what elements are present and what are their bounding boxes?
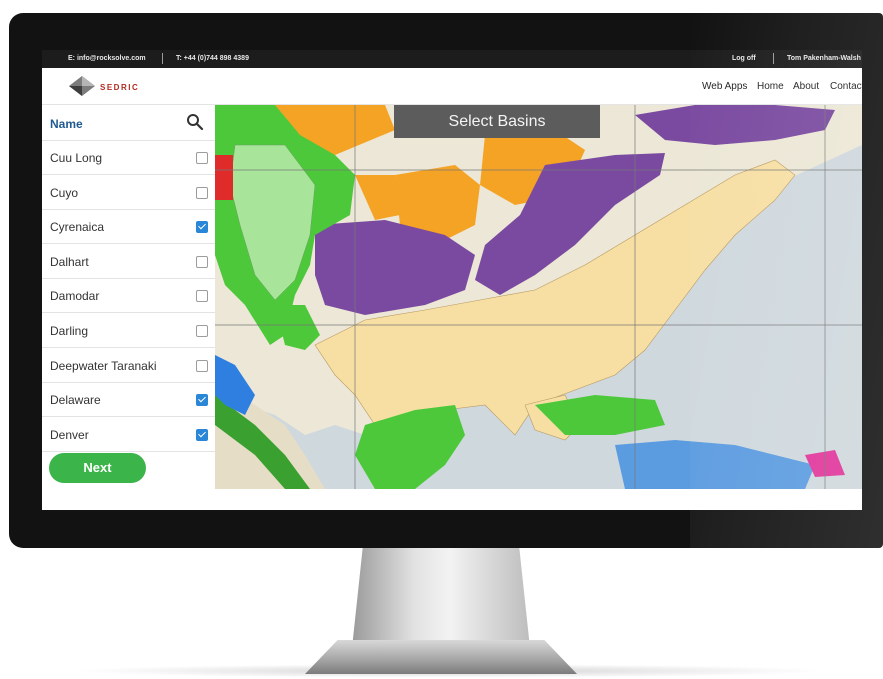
basin-row[interactable]: Damodar <box>42 278 215 314</box>
basin-red <box>215 155 233 200</box>
next-button[interactable]: Next <box>49 453 146 483</box>
basin-checkbox[interactable] <box>196 428 208 441</box>
basin-row[interactable]: Darling <box>42 313 215 348</box>
brand-name[interactable]: SEDRIC <box>100 83 139 92</box>
topbar-divider <box>162 53 163 64</box>
basin-name: Darling <box>50 324 89 338</box>
basin-name: Cuu Long <box>50 151 103 165</box>
logoff-link[interactable]: Log off <box>732 55 756 62</box>
nav-contact[interactable]: Contact <box>830 81 862 92</box>
screen: E: info@rocksolve.com T: +44 (0)744 898 … <box>42 50 862 510</box>
nav-web-apps[interactable]: Web Apps <box>702 81 747 92</box>
basin-checkbox[interactable] <box>196 152 208 164</box>
basin-name: Dalhart <box>50 254 89 269</box>
monitor-stand-neck <box>352 548 530 648</box>
basin-name: Cyrenaica <box>50 220 105 235</box>
basin-row[interactable]: Delaware <box>42 382 215 418</box>
basin-name: Denver <box>50 427 89 442</box>
user-name[interactable]: Tom Pakenham-Walsh <box>787 55 861 62</box>
basin-name: Deepwater Taranaki <box>50 358 157 373</box>
topbar-divider <box>773 53 774 64</box>
name-column-header[interactable]: Name <box>50 117 83 131</box>
nav-home[interactable]: Home <box>757 81 784 92</box>
nav-about[interactable]: About <box>793 81 819 92</box>
basin-checkbox[interactable] <box>196 186 208 199</box>
top-info-bar: E: info@rocksolve.com T: +44 (0)744 898 … <box>42 50 862 68</box>
main-navbar: SEDRIC Web Apps Home About Contact <box>42 68 862 105</box>
footer-strip <box>42 489 862 510</box>
basin-checkbox[interactable] <box>196 394 208 407</box>
contact-email[interactable]: E: info@rocksolve.com <box>68 55 146 62</box>
map-title: Select Basins <box>394 105 600 138</box>
contact-phone[interactable]: T: +44 (0)744 898 4389 <box>176 55 249 62</box>
logo-icon[interactable] <box>67 74 97 98</box>
search-icon[interactable] <box>186 113 204 131</box>
basin-row[interactable]: Cuu Long <box>42 140 215 175</box>
basin-list-header: Name <box>42 105 215 141</box>
map-canvas[interactable] <box>215 105 862 489</box>
basin-row[interactable]: Cuyo <box>42 175 215 210</box>
basin-row[interactable]: Dalhart <box>42 244 215 279</box>
basin-list-panel: Name Cuu Long Cuyo Cyrenaica Dalhart Damodar… <box>42 105 215 489</box>
basin-checkbox[interactable] <box>196 255 208 268</box>
basin-checkbox[interactable] <box>196 325 208 337</box>
basin-map[interactable]: Select Basins <box>215 105 862 489</box>
basin-name: Damodar <box>50 289 100 304</box>
basin-row[interactable]: Cyrenaica <box>42 209 215 245</box>
basin-checkbox[interactable] <box>196 359 208 372</box>
monitor-stand-base <box>305 640 577 674</box>
basin-name: Cuyo <box>50 185 79 200</box>
basin-checkbox[interactable] <box>196 290 208 303</box>
basin-row[interactable]: Denver <box>42 417 215 452</box>
basin-name: Delaware <box>50 393 101 408</box>
basin-row[interactable]: Deepwater Taranaki <box>42 348 215 383</box>
basin-checkbox[interactable] <box>196 221 208 234</box>
